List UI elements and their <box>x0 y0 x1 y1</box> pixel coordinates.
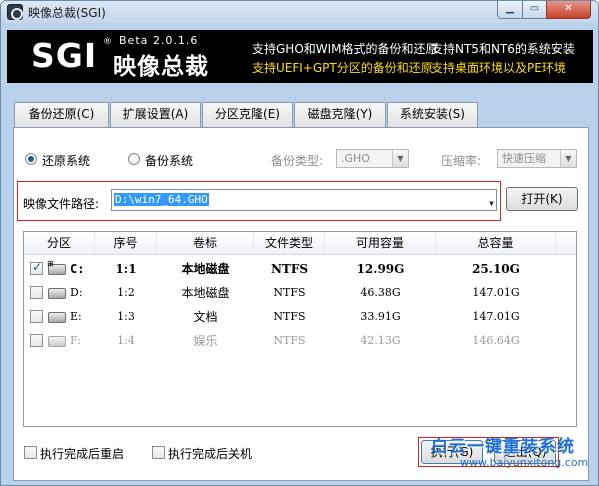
partition-checkbox[interactable] <box>30 286 43 299</box>
system-drive-icon: ⊞ <box>47 260 66 275</box>
partition-checkbox[interactable] <box>30 260 43 275</box>
open-button[interactable]: 打开(K) <box>506 187 578 211</box>
chevron-down-icon: ▼ <box>560 150 576 167</box>
drive-icon <box>48 312 66 323</box>
image-path-input[interactable]: D:\win7_64.GHO ▼ <box>111 189 497 211</box>
shutdown-checkbox[interactable] <box>152 446 165 459</box>
column-header[interactable]: 分区 <box>24 232 95 255</box>
backup-type-label: 备份类型: <box>271 154 324 168</box>
watermark-url: www.baiyunxitong.com <box>460 456 589 469</box>
column-header[interactable]: 总容量 <box>436 232 556 255</box>
restore-radio[interactable] <box>25 153 37 165</box>
partition-checkbox[interactable] <box>30 310 43 323</box>
registered-mark: ® <box>103 37 112 47</box>
tab-system-install[interactable]: 系统安装(S) <box>387 102 478 127</box>
shutdown-label[interactable]: 执行完成后关机 <box>168 445 252 462</box>
minimize-icon: ▁ <box>506 3 514 14</box>
partition-checkbox[interactable] <box>30 334 43 347</box>
backup-radio[interactable] <box>128 153 140 165</box>
restore-label[interactable]: 还原系统 <box>42 152 90 169</box>
table-row[interactable]: ⊞ C: 1:1 本地磁盘 NTFS 12.99G 25.10G <box>24 257 576 281</box>
table-row[interactable]: D: 1:2 本地磁盘 NTFS 46.38G 147.01G <box>24 281 576 305</box>
maximize-button[interactable]: ▭ <box>522 1 547 19</box>
close-icon: ✕ <box>564 3 573 14</box>
chevron-down-icon: ▼ <box>392 150 408 167</box>
backup-label[interactable]: 备份系统 <box>145 152 193 169</box>
feature-text: 支持NT5和NT6的系统安装 <box>431 42 575 56</box>
minimize-button[interactable]: ▁ <box>497 1 523 19</box>
compression-select[interactable]: 快速压缩 ▼ <box>497 149 577 168</box>
table-row[interactable]: F: 1:4 娱乐 NTFS 42.13G 146.64G <box>24 329 576 353</box>
product-name: 映像总裁 <box>113 54 209 80</box>
window-title: 映像总裁(SGI) <box>28 6 106 20</box>
chevron-down-icon[interactable]: ▼ <box>489 194 494 214</box>
maximize-icon: ▭ <box>529 3 540 14</box>
version-label: Beta 2.0.1.6 <box>119 34 199 47</box>
close-button[interactable]: ✕ <box>546 1 591 19</box>
windows-flag-icon: ⊞ <box>47 259 54 268</box>
feature-text: 支持GHO和WIM格式的备份和还原 <box>252 42 438 56</box>
watermark-text: 白云一键重装系统 <box>431 437 575 457</box>
tab-disk-clone[interactable]: 磁盘克隆(Y) <box>294 102 386 127</box>
sgi-logo: SGI <box>31 36 98 75</box>
tab-partition-clone[interactable]: 分区克隆(E) <box>202 102 293 127</box>
table-header: 分区 序号 卷标 文件类型 可用容量 总容量 <box>24 232 576 255</box>
title-bar[interactable]: 映像总裁(SGI) ▁ ▭ ✕ <box>1 1 598 23</box>
partition-table: 分区 序号 卷标 文件类型 可用容量 总容量 ⊞ C: 1:1 本地磁盘 NTF… <box>23 231 577 427</box>
column-header[interactable]: 文件类型 <box>254 232 325 255</box>
image-path-value: D:\win7_64.GHO <box>114 193 209 206</box>
backup-type-select[interactable]: .GHO ▼ <box>336 149 409 168</box>
drive-icon <box>48 288 66 299</box>
reboot-label[interactable]: 执行完成后重启 <box>40 445 124 462</box>
main-window: 映像总裁(SGI) ▁ ▭ ✕ SGI ® Beta 2.0.1.6 映像总裁 … <box>0 0 599 486</box>
table-row[interactable]: E: 1:3 文档 NTFS 33.91G 147.01G <box>24 305 576 329</box>
app-icon <box>7 4 23 20</box>
column-header[interactable]: 卷标 <box>157 232 254 255</box>
tab-extended-settings[interactable]: 扩展设置(A) <box>110 102 201 127</box>
drive-icon <box>48 336 66 347</box>
banner: SGI ® Beta 2.0.1.6 映像总裁 支持GHO和WIM格式的备份和还… <box>7 30 593 83</box>
feature-text: 支持UEFI+GPT分区的备份和还原 <box>252 61 433 75</box>
tab-backup-restore[interactable]: 备份还原(C) <box>14 102 109 127</box>
feature-text: 支持桌面环境以及PE环境 <box>431 61 566 75</box>
compression-label: 压缩率: <box>441 154 482 168</box>
column-header[interactable]: 可用容量 <box>325 232 436 255</box>
column-header[interactable]: 序号 <box>95 232 157 255</box>
image-path-label: 映像文件路径: <box>23 197 100 211</box>
reboot-checkbox[interactable] <box>24 446 37 459</box>
